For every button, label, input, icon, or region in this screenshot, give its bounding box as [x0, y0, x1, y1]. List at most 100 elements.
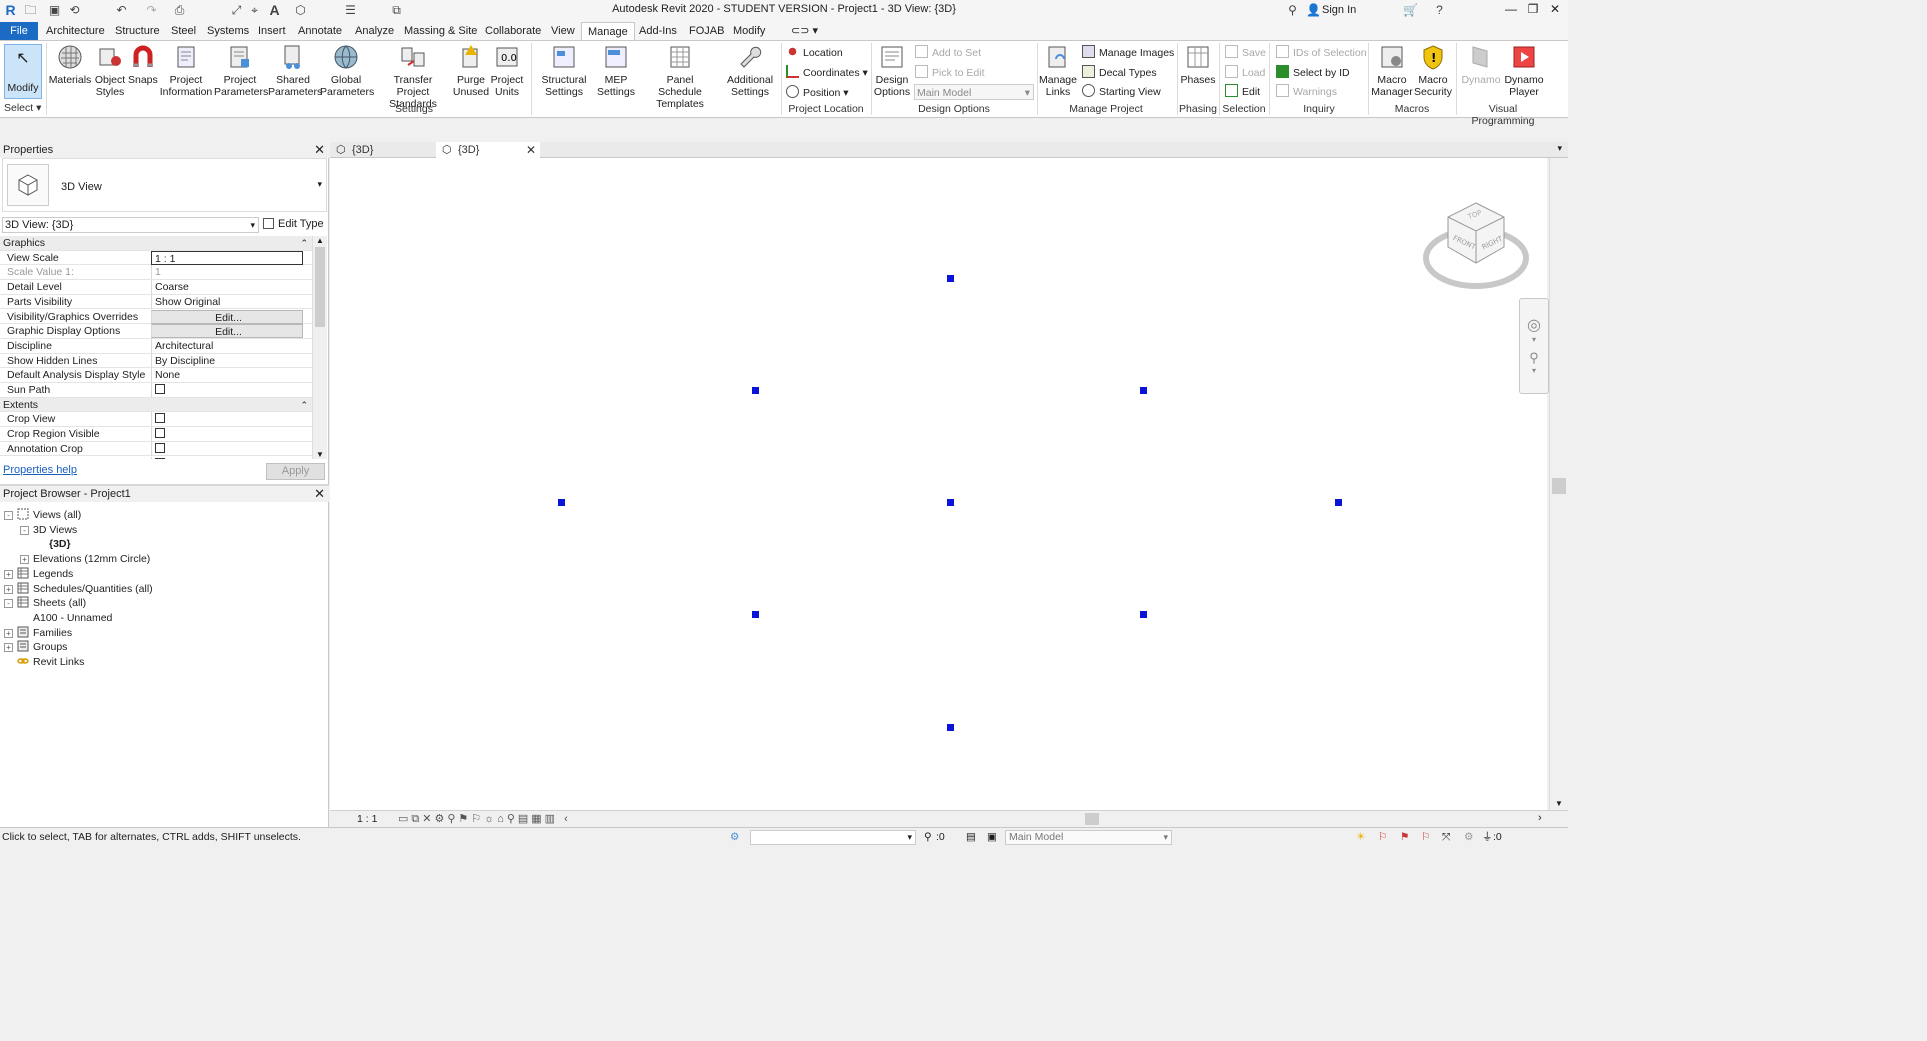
view-tab-3d[interactable]: ⬡ {3D} — [330, 142, 434, 158]
grip-point[interactable] — [947, 499, 954, 506]
position-button[interactable]: Position ▾ — [786, 85, 849, 101]
grip-point[interactable] — [1335, 499, 1342, 506]
workset-dropdown[interactable]: ▾ — [750, 830, 916, 845]
tab-systems[interactable]: Systems — [201, 22, 255, 40]
properties-scrollbar[interactable]: ▲ ▼ — [312, 236, 327, 459]
property-value[interactable]: Coarse — [151, 280, 303, 295]
edit-selection-button[interactable]: Edit — [1225, 84, 1260, 100]
switch-windows-icon[interactable]: ⧉ — [388, 2, 405, 19]
tab-annotate[interactable]: Annotate — [292, 22, 348, 40]
select-pinned-icon[interactable]: ⚑ — [1400, 828, 1409, 847]
snaps-button[interactable]: Snaps — [128, 43, 158, 86]
browser-item[interactable]: - Views (all) — [4, 508, 81, 522]
status-main-model-dropdown[interactable]: Main Model ▾ — [1005, 830, 1172, 845]
scroll-right-icon[interactable]: › — [1538, 812, 1542, 824]
checkbox[interactable] — [155, 442, 165, 453]
collapse-section-icon[interactable]: ⌃ — [300, 398, 308, 412]
property-value[interactable]: Show Original — [151, 294, 303, 309]
browser-item[interactable]: + Schedules/Quantities (all) — [4, 582, 153, 596]
maximize-button[interactable]: ❐ — [1522, 2, 1544, 20]
design-options-status-icon[interactable]: ▤ — [966, 828, 976, 847]
object-styles-button[interactable]: Object Styles — [92, 43, 128, 98]
worksharing-icon[interactable]: ⚙ — [730, 828, 739, 847]
tab-fojab[interactable]: FOJAB — [683, 22, 730, 40]
warnings-button[interactable]: Warnings — [1276, 84, 1337, 100]
revit-logo-icon[interactable]: R — [2, 2, 19, 19]
dynamo-player-button[interactable]: Dynamo Player — [1502, 43, 1546, 98]
starting-view-button[interactable]: Starting View — [1082, 84, 1161, 100]
macro-security-button[interactable]: ! Macro Security — [1414, 43, 1452, 98]
property-section[interactable]: Graphics ⌃ — [0, 236, 312, 251]
collapse-section-icon[interactable]: ⌃ — [300, 236, 308, 250]
property-checkbox[interactable] — [151, 427, 303, 442]
drawing-canvas[interactable]: TOP FRONT RIGHT — [330, 158, 1547, 810]
mep-settings-button[interactable]: MEP Settings — [592, 43, 640, 98]
property-edit-button[interactable]: Edit... — [151, 324, 303, 339]
tab-view[interactable]: View — [545, 22, 581, 40]
pick-to-edit-button[interactable]: Pick to Edit — [915, 65, 985, 81]
edit-type-button[interactable]: Edit Type — [263, 217, 324, 233]
expand-toggle-icon[interactable]: + — [4, 643, 13, 653]
viewcube[interactable]: TOP FRONT RIGHT — [1420, 198, 1530, 293]
close-browser-icon[interactable]: ✕ — [314, 486, 325, 502]
select-underlay-icon[interactable]: ⚐ — [1378, 828, 1387, 847]
type-selector[interactable]: 3D View ▾ — [2, 158, 327, 212]
binoculars-icon[interactable]: ⚲ — [1284, 2, 1301, 19]
browser-item[interactable]: {3D} — [36, 537, 71, 551]
add-to-set-button[interactable]: Add to Set — [915, 45, 981, 61]
browser-item[interactable]: A100 - Unnamed — [20, 611, 112, 625]
grip-point[interactable] — [752, 611, 759, 618]
properties-help-link[interactable]: Properties help — [3, 464, 77, 476]
instance-selector[interactable]: 3D View: {3D} ▾ — [2, 217, 259, 233]
shared-parameters-button[interactable]: Shared Parameters — [268, 43, 322, 98]
tab-structure[interactable]: Structure — [109, 22, 166, 40]
checkbox[interactable] — [155, 457, 165, 459]
tab-steel[interactable]: Steel — [165, 22, 202, 40]
manage-links-button[interactable]: Manage Links — [1039, 43, 1077, 98]
grip-point[interactable] — [947, 724, 954, 731]
property-value[interactable]: By Discipline — [151, 353, 303, 368]
tab-analyze[interactable]: Analyze — [349, 22, 400, 40]
property-value[interactable]: 1 — [151, 265, 303, 280]
text-tool-icon[interactable]: A — [266, 2, 283, 19]
property-checkbox[interactable] — [151, 441, 303, 456]
load-selection-button[interactable]: Load — [1225, 65, 1265, 81]
property-section[interactable]: Extents ⌃ — [0, 397, 312, 413]
apply-button[interactable]: Apply — [266, 463, 325, 480]
property-value[interactable]: Architectural — [151, 338, 303, 353]
modify-button[interactable]: ↖ Modify — [4, 44, 42, 99]
type-dropdown-icon[interactable]: ▾ — [317, 179, 322, 190]
drag-elements-icon[interactable]: ⤧ — [1442, 828, 1450, 847]
tab-add-ins[interactable]: Add-Ins — [633, 22, 683, 40]
phases-button[interactable]: Phases — [1180, 43, 1216, 86]
expand-toggle-icon[interactable]: + — [4, 584, 13, 594]
checkbox[interactable] — [155, 428, 165, 439]
manage-images-button[interactable]: Manage Images — [1082, 45, 1174, 61]
canvas-vertical-scrollbar[interactable]: ▼ — [1549, 158, 1568, 810]
property-value[interactable]: 1 : 1 — [151, 250, 303, 265]
project-information-button[interactable]: Project Information — [158, 43, 214, 98]
browser-item[interactable]: - Sheets (all) — [4, 596, 86, 610]
measure-icon[interactable]: ⤢ — [228, 2, 245, 19]
transfer-project-standards-button[interactable]: Transfer Project Standards — [374, 43, 452, 110]
thin-lines-icon[interactable]: ☰ — [342, 2, 359, 19]
select-links-icon[interactable]: ☀ — [1356, 828, 1365, 847]
tab-collaborate[interactable]: Collaborate — [479, 22, 547, 40]
coordinates-button[interactable]: Coordinates ▾ — [786, 65, 868, 81]
property-value[interactable]: None — [151, 368, 303, 383]
materials-button[interactable]: Materials — [48, 43, 92, 86]
property-checkbox[interactable] — [151, 383, 303, 397]
main-model-dropdown[interactable]: Main Model ▾ — [914, 84, 1034, 100]
horizontal-scroll-thumb[interactable] — [1085, 813, 1099, 825]
project-units-button[interactable]: 0.0 Project Units — [490, 43, 524, 98]
close-tab-icon[interactable]: ✕ — [526, 142, 536, 158]
view-tab-3d-active[interactable]: ⬡ {3D} ✕ — [436, 142, 540, 158]
dimension-icon[interactable]: ⌖ — [246, 2, 263, 19]
structural-settings-button[interactable]: Structural Settings — [538, 43, 590, 98]
macro-manager-button[interactable]: Macro Manager — [1370, 43, 1414, 98]
save-icon[interactable]: ▣ — [46, 2, 63, 19]
tab-insert[interactable]: Insert — [252, 22, 292, 40]
tab-list-icon[interactable]: ▾ — [1557, 143, 1562, 154]
expand-toggle-icon[interactable]: - — [4, 599, 13, 609]
close-window-button[interactable]: ✕ — [1544, 2, 1566, 20]
